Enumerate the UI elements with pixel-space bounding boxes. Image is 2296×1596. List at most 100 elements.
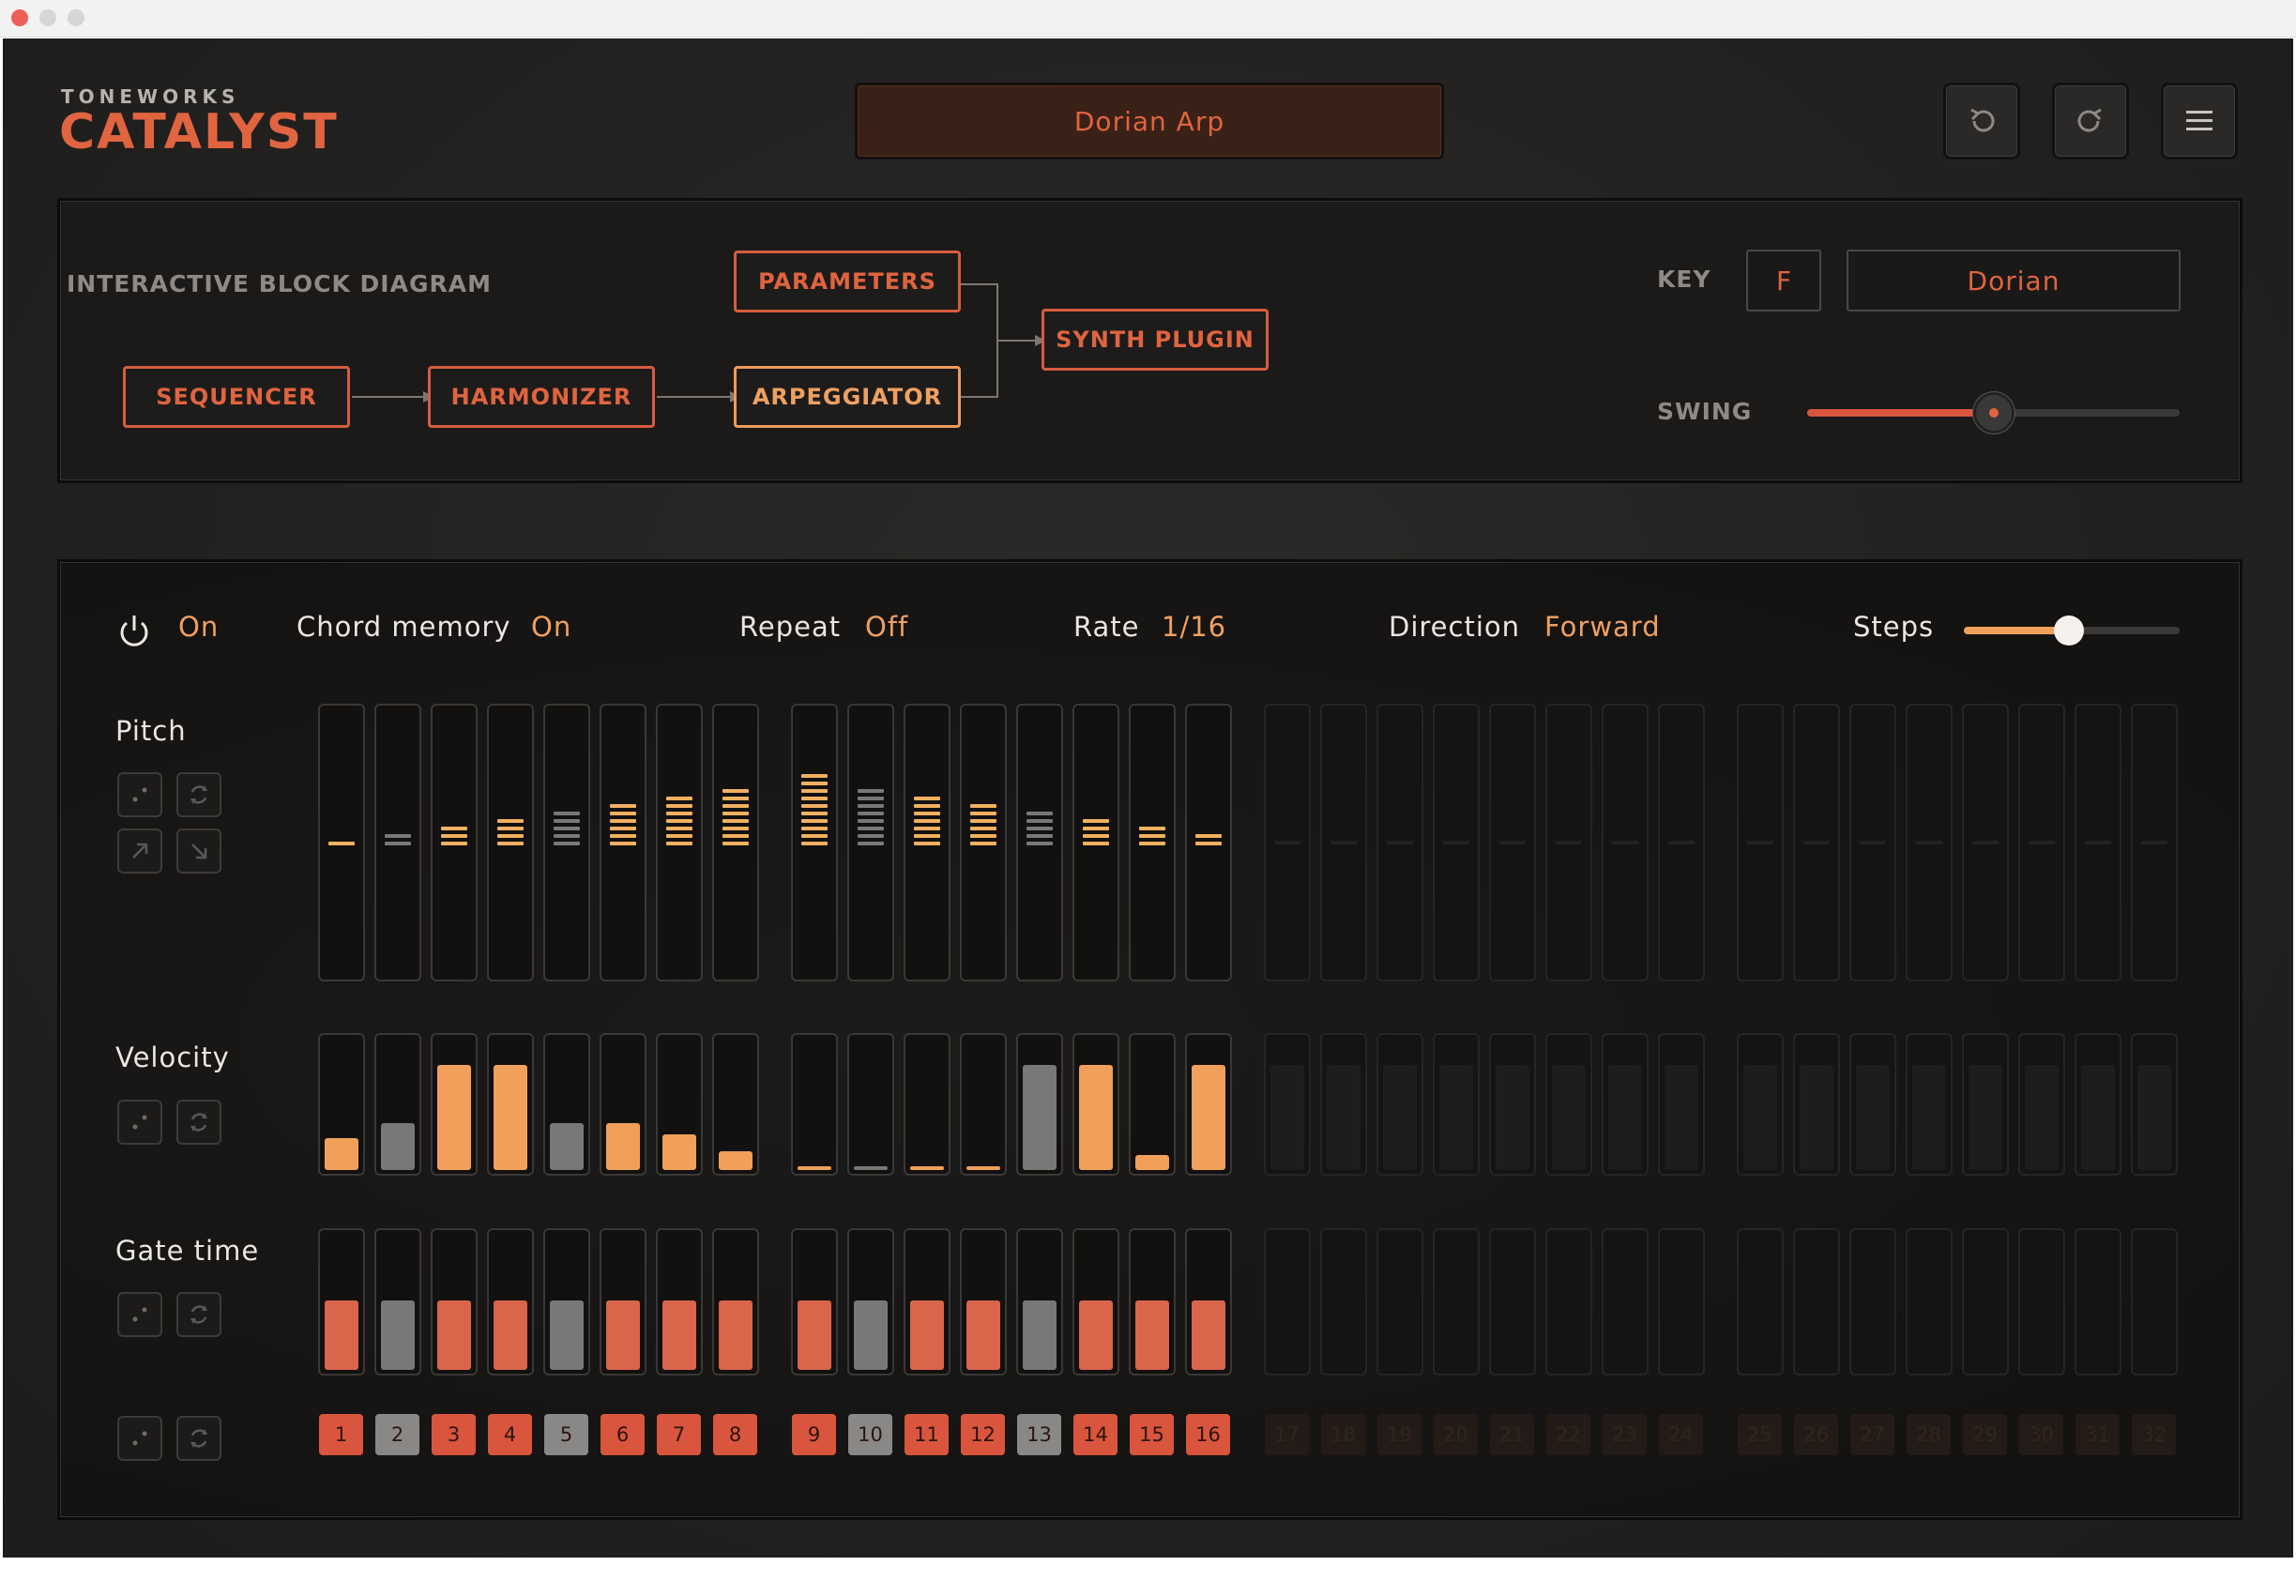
- pitch-ramp-down-button[interactable]: [176, 828, 221, 874]
- step-number-button[interactable]: 1: [319, 1414, 363, 1455]
- pitch-randomize-button[interactable]: [117, 772, 162, 817]
- step-number-button[interactable]: 19: [1377, 1414, 1422, 1455]
- step-number-button[interactable]: 29: [1963, 1414, 2007, 1455]
- velocity-reset-button[interactable]: [176, 1100, 221, 1145]
- velocity-step-cell[interactable]: [1737, 1033, 1784, 1176]
- maximize-window-button[interactable]: [68, 9, 84, 26]
- gate-step-cell[interactable]: [1185, 1228, 1232, 1376]
- gate-step-cell[interactable]: [712, 1228, 759, 1376]
- pitch-step-cell[interactable]: [2075, 704, 2121, 981]
- step-number-button[interactable]: 13: [1017, 1414, 1061, 1455]
- pitch-step-cell[interactable]: [1129, 704, 1176, 981]
- pitch-step-cell[interactable]: [1737, 704, 1784, 981]
- velocity-randomize-button[interactable]: [117, 1100, 162, 1145]
- step-number-button[interactable]: 32: [2132, 1414, 2176, 1455]
- velocity-step-cell[interactable]: [2075, 1033, 2121, 1176]
- repeat-value[interactable]: Off: [865, 611, 908, 643]
- step-number-button[interactable]: 10: [848, 1414, 892, 1455]
- gate-step-cell[interactable]: [600, 1228, 646, 1376]
- rate-value[interactable]: 1/16: [1162, 611, 1226, 643]
- velocity-step-cell[interactable]: [1016, 1033, 1063, 1176]
- pitch-step-cell[interactable]: [1849, 704, 1896, 981]
- step-number-button[interactable]: 20: [1434, 1414, 1478, 1455]
- gate-reset-button[interactable]: [176, 1292, 221, 1337]
- velocity-step-cell[interactable]: [1376, 1033, 1423, 1176]
- gate-step-cell[interactable]: [1737, 1228, 1784, 1376]
- gate-step-cell[interactable]: [1264, 1228, 1311, 1376]
- velocity-step-cell[interactable]: [487, 1033, 534, 1176]
- pitch-step-cell[interactable]: [1793, 704, 1840, 981]
- redo-button[interactable]: [2052, 83, 2129, 160]
- steps-slider-knob[interactable]: [2054, 616, 2084, 646]
- step-number-button[interactable]: 18: [1321, 1414, 1365, 1455]
- gate-step-cell[interactable]: [543, 1228, 590, 1376]
- swing-slider[interactable]: [1807, 392, 2180, 433]
- step-number-button[interactable]: 3: [432, 1414, 476, 1455]
- velocity-step-cell[interactable]: [318, 1033, 365, 1176]
- velocity-step-cell[interactable]: [656, 1033, 703, 1176]
- gate-step-cell[interactable]: [1849, 1228, 1896, 1376]
- pitch-step-cell[interactable]: [1545, 704, 1592, 981]
- gate-step-cell[interactable]: [2018, 1228, 2065, 1376]
- step-number-button[interactable]: 6: [601, 1414, 645, 1455]
- steps-slider[interactable]: [1964, 616, 2180, 646]
- pitch-step-cell[interactable]: [374, 704, 421, 981]
- preset-selector[interactable]: Dorian Arp: [855, 83, 1444, 160]
- velocity-step-cell[interactable]: [847, 1033, 894, 1176]
- gate-step-cell[interactable]: [1489, 1228, 1536, 1376]
- velocity-step-cell[interactable]: [1320, 1033, 1367, 1176]
- pitch-step-cell[interactable]: [1658, 704, 1705, 981]
- pitch-step-cell[interactable]: [1185, 704, 1232, 981]
- steps-randomize-button[interactable]: [117, 1416, 162, 1461]
- block-synth-plugin[interactable]: SYNTH PLUGIN: [1042, 309, 1269, 371]
- velocity-step-cell[interactable]: [374, 1033, 421, 1176]
- pitch-ramp-up-button[interactable]: [117, 828, 162, 874]
- velocity-step-cell[interactable]: [1602, 1033, 1649, 1176]
- gate-step-cell[interactable]: [847, 1228, 894, 1376]
- velocity-step-cell[interactable]: [1658, 1033, 1705, 1176]
- power-value[interactable]: On: [178, 611, 219, 643]
- gate-step-cell[interactable]: [960, 1228, 1007, 1376]
- pitch-step-cell[interactable]: [960, 704, 1007, 981]
- velocity-step-cell[interactable]: [2018, 1033, 2065, 1176]
- step-number-button[interactable]: 16: [1186, 1414, 1230, 1455]
- gate-step-cell[interactable]: [1658, 1228, 1705, 1376]
- pitch-step-cell[interactable]: [543, 704, 590, 981]
- gate-step-cell[interactable]: [2075, 1228, 2121, 1376]
- pitch-step-cell[interactable]: [1602, 704, 1649, 981]
- block-harmonizer[interactable]: HARMONIZER: [428, 366, 655, 428]
- pitch-step-cell[interactable]: [2131, 704, 2178, 981]
- step-number-button[interactable]: 28: [1907, 1414, 1951, 1455]
- pitch-step-cell[interactable]: [1320, 704, 1367, 981]
- step-number-button[interactable]: 9: [792, 1414, 836, 1455]
- pitch-step-cell[interactable]: [712, 704, 759, 981]
- gate-step-cell[interactable]: [791, 1228, 838, 1376]
- gate-step-cell[interactable]: [1602, 1228, 1649, 1376]
- velocity-step-cell[interactable]: [1072, 1033, 1119, 1176]
- gate-step-cell[interactable]: [656, 1228, 703, 1376]
- velocity-step-cell[interactable]: [543, 1033, 590, 1176]
- pitch-step-cell[interactable]: [1906, 704, 1953, 981]
- pitch-step-cell[interactable]: [1072, 704, 1119, 981]
- block-parameters[interactable]: PARAMETERS: [734, 251, 961, 312]
- velocity-step-cell[interactable]: [1433, 1033, 1480, 1176]
- scale-selector[interactable]: Dorian: [1847, 250, 2181, 312]
- pitch-step-cell[interactable]: [487, 704, 534, 981]
- velocity-step-cell[interactable]: [1849, 1033, 1896, 1176]
- gate-step-cell[interactable]: [1793, 1228, 1840, 1376]
- gate-step-cell[interactable]: [1376, 1228, 1423, 1376]
- pitch-step-cell[interactable]: [1433, 704, 1480, 981]
- step-number-button[interactable]: 5: [544, 1414, 588, 1455]
- gate-step-cell[interactable]: [1545, 1228, 1592, 1376]
- velocity-step-cell[interactable]: [1185, 1033, 1232, 1176]
- velocity-step-cell[interactable]: [1962, 1033, 2009, 1176]
- pitch-step-cell[interactable]: [2018, 704, 2065, 981]
- block-sequencer[interactable]: SEQUENCER: [123, 366, 350, 428]
- step-number-button[interactable]: 27: [1850, 1414, 1894, 1455]
- velocity-step-cell[interactable]: [1545, 1033, 1592, 1176]
- velocity-step-cell[interactable]: [960, 1033, 1007, 1176]
- gate-step-cell[interactable]: [1962, 1228, 2009, 1376]
- pitch-reset-button[interactable]: [176, 772, 221, 817]
- step-number-button[interactable]: 24: [1659, 1414, 1703, 1455]
- velocity-step-cell[interactable]: [600, 1033, 646, 1176]
